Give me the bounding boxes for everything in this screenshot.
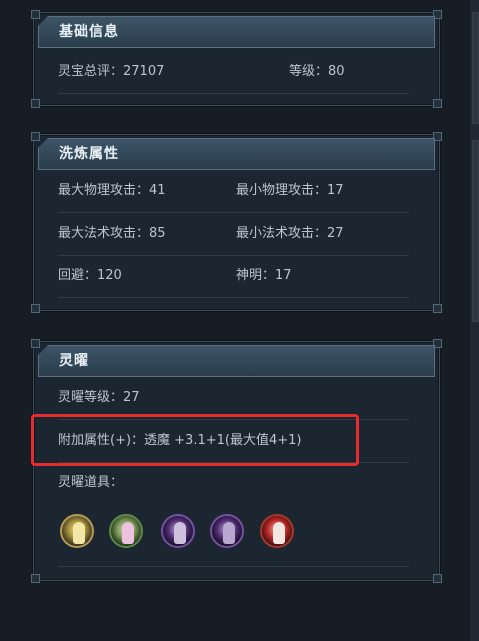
max-magic-attack: 最大法术攻击：85 bbox=[58, 226, 166, 241]
highlight-box bbox=[31, 414, 359, 466]
side-scroll-strip bbox=[470, 0, 479, 641]
level-text: 等级：80 bbox=[289, 64, 345, 79]
spirit-stat: 神明：17 bbox=[236, 268, 292, 283]
rating-text: 灵宝总评：27107 bbox=[58, 64, 165, 79]
dodge-stat: 回避：120 bbox=[58, 268, 122, 283]
basic-info-header: 基础信息 bbox=[38, 16, 435, 48]
basic-info-panel: 基础信息 灵宝总评：27107 等级：80 bbox=[31, 10, 442, 108]
refine-attributes-panel: 洗炼属性 最大物理攻击：41 最小物理攻击：17 最大法术攻击：85 最小法术攻… bbox=[31, 132, 442, 313]
attr-row: 最大物理攻击：41 最小物理攻击：17 bbox=[58, 170, 409, 213]
purple-mage-icon[interactable] bbox=[210, 514, 244, 548]
items-row: 灵曜道具： bbox=[58, 462, 409, 504]
max-physical-attack: 最大物理攻击：41 bbox=[58, 183, 166, 198]
attr-row: 回避：120 神明：17 bbox=[58, 255, 409, 298]
min-magic-attack: 最小法术攻击：27 bbox=[236, 226, 344, 241]
refine-header: 洗炼属性 bbox=[38, 138, 435, 170]
attr-row: 最大法术攻击：85 最小法术攻击：27 bbox=[58, 213, 409, 256]
panel-title: 基础信息 bbox=[59, 24, 119, 40]
info-row: 灵宝总评：27107 等级：80 bbox=[58, 51, 409, 94]
min-physical-attack: 最小物理攻击：17 bbox=[236, 183, 344, 198]
items-label: 灵曜道具： bbox=[58, 475, 124, 490]
golden-spirit-icon[interactable] bbox=[60, 514, 94, 548]
purple-warrior-icon[interactable] bbox=[161, 514, 195, 548]
lingyao-header: 灵曜 bbox=[38, 345, 435, 377]
lingyao-level: 灵曜等级：27 bbox=[58, 390, 140, 405]
panel-title: 洗炼属性 bbox=[59, 146, 119, 162]
pink-spirit-icon[interactable] bbox=[109, 514, 143, 548]
panel-title: 灵曜 bbox=[59, 353, 89, 369]
red-spirit-icon[interactable] bbox=[260, 514, 294, 548]
